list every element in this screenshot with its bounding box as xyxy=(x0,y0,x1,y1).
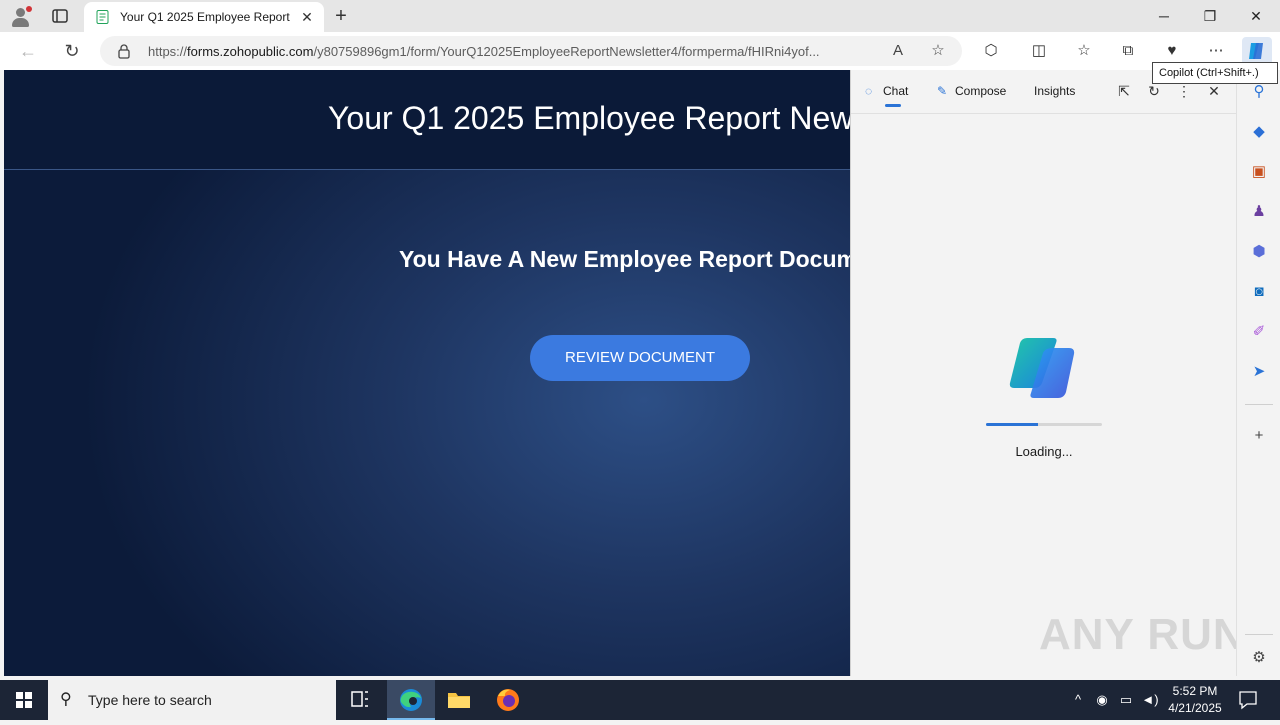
search-placeholder: Type here to search xyxy=(88,692,212,708)
copilot-pane: ◌ Chat ✎ Compose Insights ⇱ ↻ ⋮ ✕ Loading.… xyxy=(850,70,1245,676)
add-icon[interactable]: + xyxy=(1249,426,1269,446)
sidebar-divider-bottom xyxy=(1245,634,1273,635)
anyrun-watermark: ANY RUN xyxy=(1039,610,1246,659)
more-menu-icon[interactable]: ⋯ xyxy=(1204,40,1228,62)
refresh-icon[interactable]: ↻ xyxy=(60,40,84,62)
tab-strip: Your Q1 2025 Employee Report Newsletter … xyxy=(0,0,1280,32)
edge-taskbar-icon[interactable] xyxy=(387,680,435,720)
loading-text: Loading... xyxy=(1015,444,1073,459)
tab-compose[interactable]: ✎ Compose xyxy=(937,84,1006,98)
settings-gear-icon[interactable]: ⚙ xyxy=(1249,648,1269,668)
open-in-new-icon[interactable]: ⇱ xyxy=(1115,82,1133,100)
split-screen-icon[interactable]: ◫ xyxy=(1027,40,1051,62)
close-window-button[interactable]: ✕ xyxy=(1233,0,1279,32)
browser-essentials-icon[interactable]: ♥ xyxy=(1160,40,1184,62)
network-icon[interactable]: ▭ xyxy=(1116,690,1136,710)
favorites-icon[interactable]: ☆ xyxy=(1072,40,1096,62)
microsoft365-icon[interactable]: ⬢ xyxy=(1249,242,1269,262)
copilot-button[interactable] xyxy=(1242,37,1272,65)
search-icon[interactable]: ⚲ xyxy=(1249,82,1269,102)
search-icon: ⚲ xyxy=(60,691,72,708)
designer-icon[interactable]: ✐ xyxy=(1249,322,1269,342)
pane-more-icon[interactable]: ⋮ xyxy=(1175,82,1193,100)
compose-icon: ✎ xyxy=(937,84,948,98)
pane-refresh-icon[interactable]: ↻ xyxy=(1145,82,1163,100)
collections-icon[interactable]: ⧉ xyxy=(1116,40,1140,62)
restore-button[interactable]: ❐ xyxy=(1187,0,1233,32)
review-document-button[interactable]: REVIEW DOCUMENT xyxy=(530,335,750,381)
page-title: Your Q1 2025 Employee Report Newsletter xyxy=(328,100,850,136)
system-clock[interactable]: 5:52 PM 4/21/2025 xyxy=(1160,683,1230,717)
tab-actions-icon[interactable] xyxy=(50,6,70,26)
notification-icon[interactable] xyxy=(1236,690,1260,710)
meet-now-icon[interactable]: ◉ xyxy=(1092,690,1112,710)
read-aloud-icon[interactable]: A xyxy=(888,41,908,61)
favorite-star-icon[interactable]: ☆ xyxy=(928,41,948,61)
tray-chevron-icon[interactable]: ^ xyxy=(1068,690,1088,710)
pane-close-icon[interactable]: ✕ xyxy=(1205,82,1223,100)
games-icon[interactable]: ♟ xyxy=(1249,202,1269,222)
form-favicon-icon xyxy=(96,10,110,24)
url-text[interactable]: https://forms.zohopublic.com/y80759896gm… xyxy=(148,44,874,59)
file-explorer-icon[interactable] xyxy=(435,680,483,720)
outlook-icon[interactable]: ◙ xyxy=(1249,282,1269,302)
volume-icon[interactable]: ◄) xyxy=(1140,690,1160,710)
tab-insights[interactable]: Insights xyxy=(1034,84,1075,98)
extensions-icon[interactable]: ⬡ xyxy=(979,40,1003,62)
browser-tab[interactable]: Your Q1 2025 Employee Report Newsletter … xyxy=(84,2,324,32)
clock-time: 5:52 PM xyxy=(1172,684,1218,698)
sidebar-divider xyxy=(1245,404,1273,405)
drop-icon[interactable]: ➤ xyxy=(1249,362,1269,382)
taskbar-search[interactable]: ⚲ Type here to search xyxy=(48,680,336,720)
loading-progress-bar xyxy=(986,423,1102,426)
tab-title: Your Q1 2025 Employee Report Newsletter xyxy=(120,10,292,24)
copilot-logo-icon xyxy=(1007,336,1081,400)
task-view-icon[interactable] xyxy=(336,680,384,720)
page-subtitle: You Have A New Employee Report Document xyxy=(399,246,850,272)
chat-icon: ◌ xyxy=(865,84,873,98)
page-header: Your Q1 2025 Employee Report Newsletter xyxy=(4,70,850,170)
profile-icon[interactable] xyxy=(10,6,32,28)
tab-chat[interactable]: ◌ Chat xyxy=(865,84,908,107)
tab-close-icon[interactable]: ✕ xyxy=(298,8,316,26)
windows-start-icon[interactable] xyxy=(0,680,48,720)
web-page: Your Q1 2025 Employee Report Newsletter … xyxy=(4,70,850,676)
firefox-icon[interactable] xyxy=(484,680,532,720)
new-tab-icon[interactable]: + xyxy=(330,6,352,28)
clock-date: 4/21/2025 xyxy=(1168,701,1222,715)
copilot-tooltip: Copilot (Ctrl+Shift+.) xyxy=(1152,62,1278,84)
address-bar[interactable]: https://forms.zohopublic.com/y80759896gm… xyxy=(100,36,962,66)
lock-icon[interactable] xyxy=(116,43,132,59)
edge-sidebar: ⚲ ◆ ▣ ♟ ⬢ ◙ ✐ ➤ + ⚙ xyxy=(1236,70,1280,676)
back-arrow-icon[interactable]: ← xyxy=(16,40,40,62)
shopping-tag-icon[interactable]: ◆ xyxy=(1249,122,1269,142)
taskbar: ⚲ Type here to search ^ ◉ ▭ ◄) 5:52 PM 4… xyxy=(0,680,1280,720)
minimize-button[interactable]: ─ xyxy=(1141,0,1187,32)
browser-toolbar: ← ↻ https://forms.zohopublic.com/y807598… xyxy=(0,32,1280,70)
tools-icon[interactable]: ▣ xyxy=(1249,162,1269,182)
